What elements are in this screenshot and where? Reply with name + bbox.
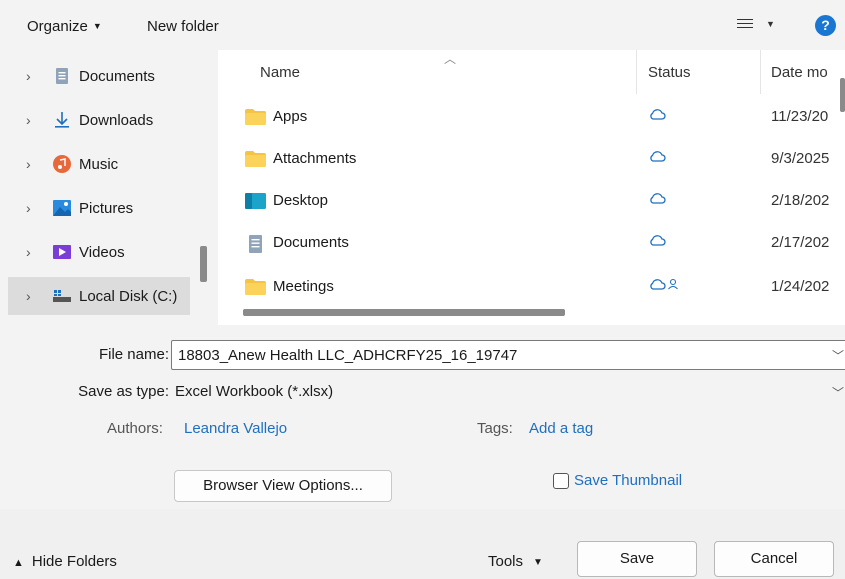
caret-down-icon: ▼ xyxy=(533,557,543,568)
chevron-down-icon[interactable]: ﹀ xyxy=(832,384,844,401)
table-row[interactable]: Documents 2/17/202 xyxy=(218,222,845,264)
file-date: 1/24/202 xyxy=(771,278,830,295)
cancel-button[interactable]: Cancel xyxy=(714,541,834,577)
save-type-label: Save as type: xyxy=(78,383,169,400)
chevron-right-icon[interactable]: › xyxy=(26,244,46,260)
cloud-icon xyxy=(648,149,688,167)
nav-item-label: Pictures xyxy=(79,199,134,217)
music-icon xyxy=(52,154,72,174)
column-divider[interactable] xyxy=(760,50,761,94)
caret-down-icon: ▼ xyxy=(92,21,102,31)
authors-label: Authors: xyxy=(107,420,163,437)
help-button[interactable]: ? xyxy=(815,15,836,36)
cloud-icon xyxy=(648,107,688,125)
nav-item-label: Documents xyxy=(79,67,155,85)
chevron-down-icon[interactable]: ﹀ xyxy=(832,347,844,364)
tools-label: Tools xyxy=(488,553,524,570)
nav-item-downloads[interactable]: › Downloads xyxy=(8,101,190,139)
table-row[interactable]: Meetings 1/24/202 xyxy=(218,266,845,308)
document-icon xyxy=(52,66,72,86)
toolbar: Organize ▼ New folder ▼ ? xyxy=(0,0,845,50)
file-name: Apps xyxy=(273,108,308,125)
table-row[interactable]: Attachments 9/3/2025 xyxy=(218,138,845,180)
nav-scrollbar-thumb[interactable] xyxy=(200,246,207,282)
file-name: Documents xyxy=(273,234,349,251)
browser-view-options-button[interactable]: Browser View Options... xyxy=(174,470,392,502)
navigation-pane: › Documents › Downloads › Music › Pictur… xyxy=(0,50,218,325)
horizontal-scrollbar-thumb[interactable] xyxy=(243,309,565,316)
save-type-select[interactable]: Excel Workbook (*.xlsx) xyxy=(171,377,845,405)
add-tag-link[interactable]: Add a tag xyxy=(529,420,593,437)
videos-icon xyxy=(52,242,72,262)
hide-folders-button[interactable]: ▲ Hide Folders xyxy=(13,553,117,570)
nav-item-local-disk[interactable]: › Local Disk (C:) xyxy=(8,277,190,315)
hide-folders-label: Hide Folders xyxy=(31,553,117,570)
save-thumbnail-checkbox[interactable] xyxy=(553,473,569,489)
folder-icon xyxy=(245,279,266,295)
column-header-status[interactable]: Status xyxy=(648,64,691,81)
file-name: Desktop xyxy=(273,192,329,209)
download-arrow-icon xyxy=(52,110,72,130)
nav-item-documents[interactable]: › Documents xyxy=(8,57,190,95)
authors-value[interactable]: Leandra Vallejo xyxy=(184,420,287,437)
drive-icon xyxy=(52,286,72,306)
organize-label: Organize xyxy=(27,18,88,35)
nav-item-pictures[interactable]: › Pictures xyxy=(8,189,190,227)
file-name: Attachments xyxy=(273,150,357,167)
file-name: Meetings xyxy=(273,278,334,295)
caret-down-icon[interactable]: ▼ xyxy=(766,19,775,29)
organize-button[interactable]: Organize ▼ xyxy=(27,18,102,35)
folder-icon xyxy=(245,151,266,167)
nav-item-label: Downloads xyxy=(79,111,154,129)
cloud-icon xyxy=(648,233,688,251)
column-header-date[interactable]: Date mo xyxy=(771,64,828,81)
chevron-right-icon[interactable]: › xyxy=(26,288,46,304)
file-name-label: File name: xyxy=(98,346,169,363)
vertical-scrollbar-thumb[interactable] xyxy=(840,78,845,112)
caret-up-icon: ▲ xyxy=(13,557,24,569)
nav-item-label: Music xyxy=(79,155,119,173)
nav-item-videos[interactable]: › Videos xyxy=(8,233,190,271)
file-date: 2/17/202 xyxy=(771,234,830,251)
save-thumbnail-label[interactable]: Save Thumbnail xyxy=(574,472,682,489)
save-button[interactable]: Save xyxy=(577,541,697,577)
cloud-icon xyxy=(648,191,688,209)
sort-ascending-icon: ︿ xyxy=(444,52,457,66)
chevron-right-icon[interactable]: › xyxy=(26,68,46,84)
new-folder-button[interactable]: New folder xyxy=(147,18,219,35)
file-list: ︿ Name Status Date mo Apps 11/23/20 Atta… xyxy=(218,50,845,325)
table-row[interactable]: Desktop 2/18/202 xyxy=(218,180,845,222)
column-divider[interactable] xyxy=(636,50,637,94)
column-header-name[interactable]: Name xyxy=(260,64,300,81)
chevron-right-icon[interactable]: › xyxy=(26,200,46,216)
file-date: 9/3/2025 xyxy=(771,150,830,167)
desktop-folder-icon xyxy=(245,193,266,209)
tags-label: Tags: xyxy=(477,420,513,437)
file-date: 2/18/202 xyxy=(771,192,830,209)
view-menu-icon[interactable] xyxy=(737,16,753,32)
tools-button[interactable]: Tools ▼ xyxy=(488,553,543,570)
file-date: 11/23/20 xyxy=(771,108,829,125)
folder-icon xyxy=(245,109,266,125)
cloud-shared-icon xyxy=(648,277,688,295)
chevron-right-icon[interactable]: › xyxy=(26,112,46,128)
nav-item-music[interactable]: › Music xyxy=(8,145,190,183)
nav-item-label: Local Disk (C:) xyxy=(79,287,178,305)
nav-item-label: Videos xyxy=(79,243,125,261)
document-icon xyxy=(245,235,266,253)
chevron-right-icon[interactable]: › xyxy=(26,156,46,172)
file-name-input[interactable] xyxy=(171,340,845,370)
pictures-icon xyxy=(52,198,72,218)
table-row[interactable]: Apps 11/23/20 xyxy=(218,96,845,138)
